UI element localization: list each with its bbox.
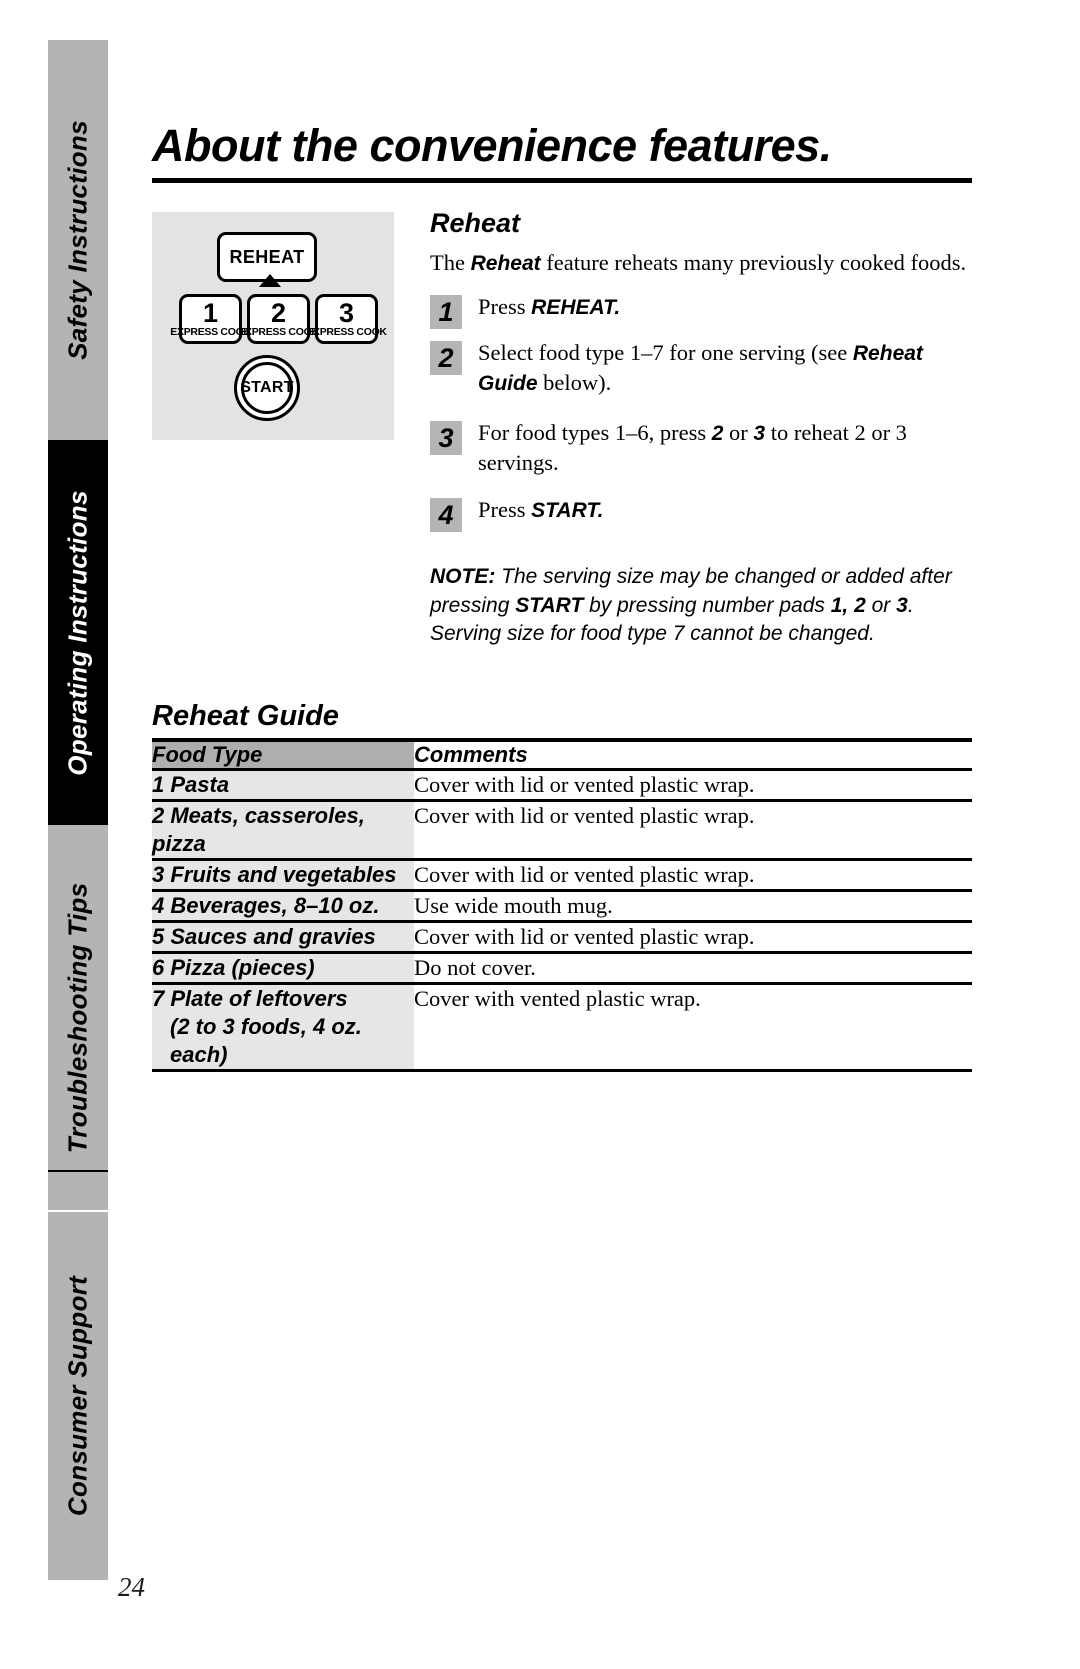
note-text: by pressing number pads — [583, 593, 831, 617]
step-text-emphasis: START. — [531, 499, 604, 522]
step-text: Press REHEAT. — [478, 292, 972, 322]
step-number-badge: 3 — [430, 421, 462, 455]
intro-text-after: feature reheats many previously cooked f… — [540, 250, 967, 275]
sidebar-tab-operating-instructions[interactable]: Operating Instructions — [48, 440, 108, 825]
cell-comment: Use wide mouth mug. — [414, 893, 613, 918]
step-text-part: For food types 1–6, press — [478, 420, 712, 445]
step-text-part: Press — [478, 294, 532, 319]
reheat-note: NOTE: The serving size may be changed or… — [430, 563, 972, 649]
note-emphasis: 1, 2 — [830, 593, 866, 617]
intro-text-before: The — [430, 250, 471, 275]
cell-food-type-main: 7 Plate of leftovers — [152, 986, 348, 1011]
page-title: About the convenience features. — [152, 120, 832, 171]
note-text: or — [865, 593, 897, 617]
table-row: 5 Sauces and gravies Cover with lid or v… — [152, 921, 972, 953]
table-row: 6 Pizza (pieces) Do not cover. — [152, 952, 972, 984]
reheat-intro: The Reheat feature reheats many previous… — [430, 249, 972, 278]
note-emphasis: START — [515, 593, 584, 617]
express-cook-key-number: 2 — [270, 298, 287, 328]
section-heading: Reheat — [430, 208, 521, 238]
table-row: 2 Meats, casseroles, pizza Cover with li… — [152, 800, 972, 860]
cell-comment: Do not cover. — [414, 955, 536, 980]
cell-food-type: 1 Pasta — [152, 769, 414, 801]
sidebar-tab-label: Troubleshooting Tips — [62, 882, 93, 1153]
step-text-part: Press — [478, 497, 532, 522]
sidebar-tab-consumer-support[interactable]: Consumer Support — [48, 1212, 108, 1580]
step-number-badge: 2 — [430, 341, 462, 375]
table-row: 1 Pasta Cover with lid or vented plastic… — [152, 769, 972, 801]
start-key-label: START — [240, 379, 294, 396]
step-4: 4 Press START. — [430, 495, 972, 533]
cell-food-type: 2 Meats, casseroles, pizza — [152, 800, 414, 860]
express-cook-key-number: 1 — [202, 298, 219, 328]
reheat-pointer-icon — [259, 274, 281, 287]
express-cook-key-1[interactable]: 1 EXPRESS COOK — [170, 294, 251, 344]
cell-food-type: 7 Plate of leftovers (2 to 3 foods, 4 oz.… — [152, 983, 414, 1071]
table-row: 3 Fruits and vegetables Cover with lid o… — [152, 859, 972, 891]
sidebar-tab-label: Operating Instructions — [62, 489, 93, 776]
step-text: Select food type 1–7 for one serving (se… — [478, 338, 972, 398]
cell-comment: Cover with lid or vented plastic wrap. — [414, 803, 755, 828]
start-key[interactable]: START — [234, 355, 300, 421]
table-header-row: Food Type Comments — [152, 740, 972, 770]
column-header-comments: Comments — [414, 742, 528, 767]
step-text-emphasis: REHEAT. — [531, 296, 621, 319]
sidebar-tab-label: Safety Instructions — [62, 120, 93, 360]
note-emphasis: 3 — [896, 593, 908, 617]
sidebar-divider — [48, 1170, 108, 1172]
table-row: 4 Beverages, 8–10 oz. Use wide mouth mug… — [152, 890, 972, 922]
step-2: 2 Select food type 1–7 for one serving (… — [430, 338, 972, 398]
page-content: About the convenience features. REHEAT 1… — [118, 0, 972, 1669]
control-panel-illustration: REHEAT 1 EXPRESS COOK 2 EXPRESS COOK 3 E… — [152, 212, 394, 440]
step-3: 3 For food types 1–6, press 2 or 3 to re… — [430, 418, 972, 477]
title-rule — [152, 178, 972, 183]
express-cook-key-sublabel: EXPRESS COOK — [306, 326, 387, 338]
cell-food-type: 5 Sauces and gravies — [152, 921, 414, 953]
cell-comment: Cover with vented plastic wrap. — [414, 986, 701, 1011]
step-text-emphasis: 2 — [711, 422, 724, 445]
express-cook-key-3[interactable]: 3 EXPRESS COOK — [306, 294, 387, 344]
express-cook-key-2[interactable]: 2 EXPRESS COOK — [238, 294, 319, 344]
step-number-badge: 1 — [430, 295, 462, 329]
step-text-part: below). — [537, 370, 612, 395]
step-text: For food types 1–6, press 2 or 3 to rehe… — [478, 418, 972, 477]
cell-comment: Cover with lid or vented plastic wrap. — [414, 924, 755, 949]
step-text-part: or — [723, 420, 754, 445]
page-number: 24 — [118, 1572, 145, 1602]
reheat-guide-title: Reheat Guide — [152, 700, 339, 732]
sidebar-tab-safety-instructions[interactable]: Safety Instructions — [48, 40, 108, 440]
cell-food-type: 6 Pizza (pieces) — [152, 952, 414, 984]
reheat-guide-table: Food Type Comments 1 Pasta Cover with li… — [152, 738, 972, 1072]
reheat-section: Reheat The Reheat feature reheats many p… — [430, 208, 972, 649]
step-text-emphasis: 3 — [753, 422, 766, 445]
start-key-ring: START — [240, 362, 294, 414]
step-text: Press START. — [478, 495, 972, 525]
step-1: 1 Press REHEAT. — [430, 292, 972, 330]
sidebar-tab-label: Consumer Support — [62, 1275, 93, 1517]
intro-feature-name: Reheat — [470, 252, 541, 275]
cell-comment: Cover with lid or vented plastic wrap. — [414, 772, 755, 797]
cell-food-type-sub: (2 to 3 foods, 4 oz. each) — [170, 1014, 362, 1067]
reheat-key-label: REHEAT — [229, 246, 305, 267]
column-header-food-type: Food Type — [152, 740, 414, 770]
cell-comment: Cover with lid or vented plastic wrap. — [414, 862, 755, 887]
sidebar-tabs: Safety Instructions Operating Instructio… — [48, 40, 108, 1580]
step-text-part: Select food type 1–7 for one serving (se… — [478, 340, 853, 365]
note-label: NOTE: — [430, 565, 496, 588]
cell-food-type: 4 Beverages, 8–10 oz. — [152, 890, 414, 922]
table-row: 7 Plate of leftovers (2 to 3 foods, 4 oz.… — [152, 983, 972, 1071]
sidebar-tab-troubleshooting-tips[interactable]: Troubleshooting Tips — [48, 825, 108, 1210]
cell-food-type: 3 Fruits and vegetables — [152, 859, 414, 891]
step-number-badge: 4 — [430, 498, 462, 532]
express-cook-key-number: 3 — [338, 298, 355, 328]
